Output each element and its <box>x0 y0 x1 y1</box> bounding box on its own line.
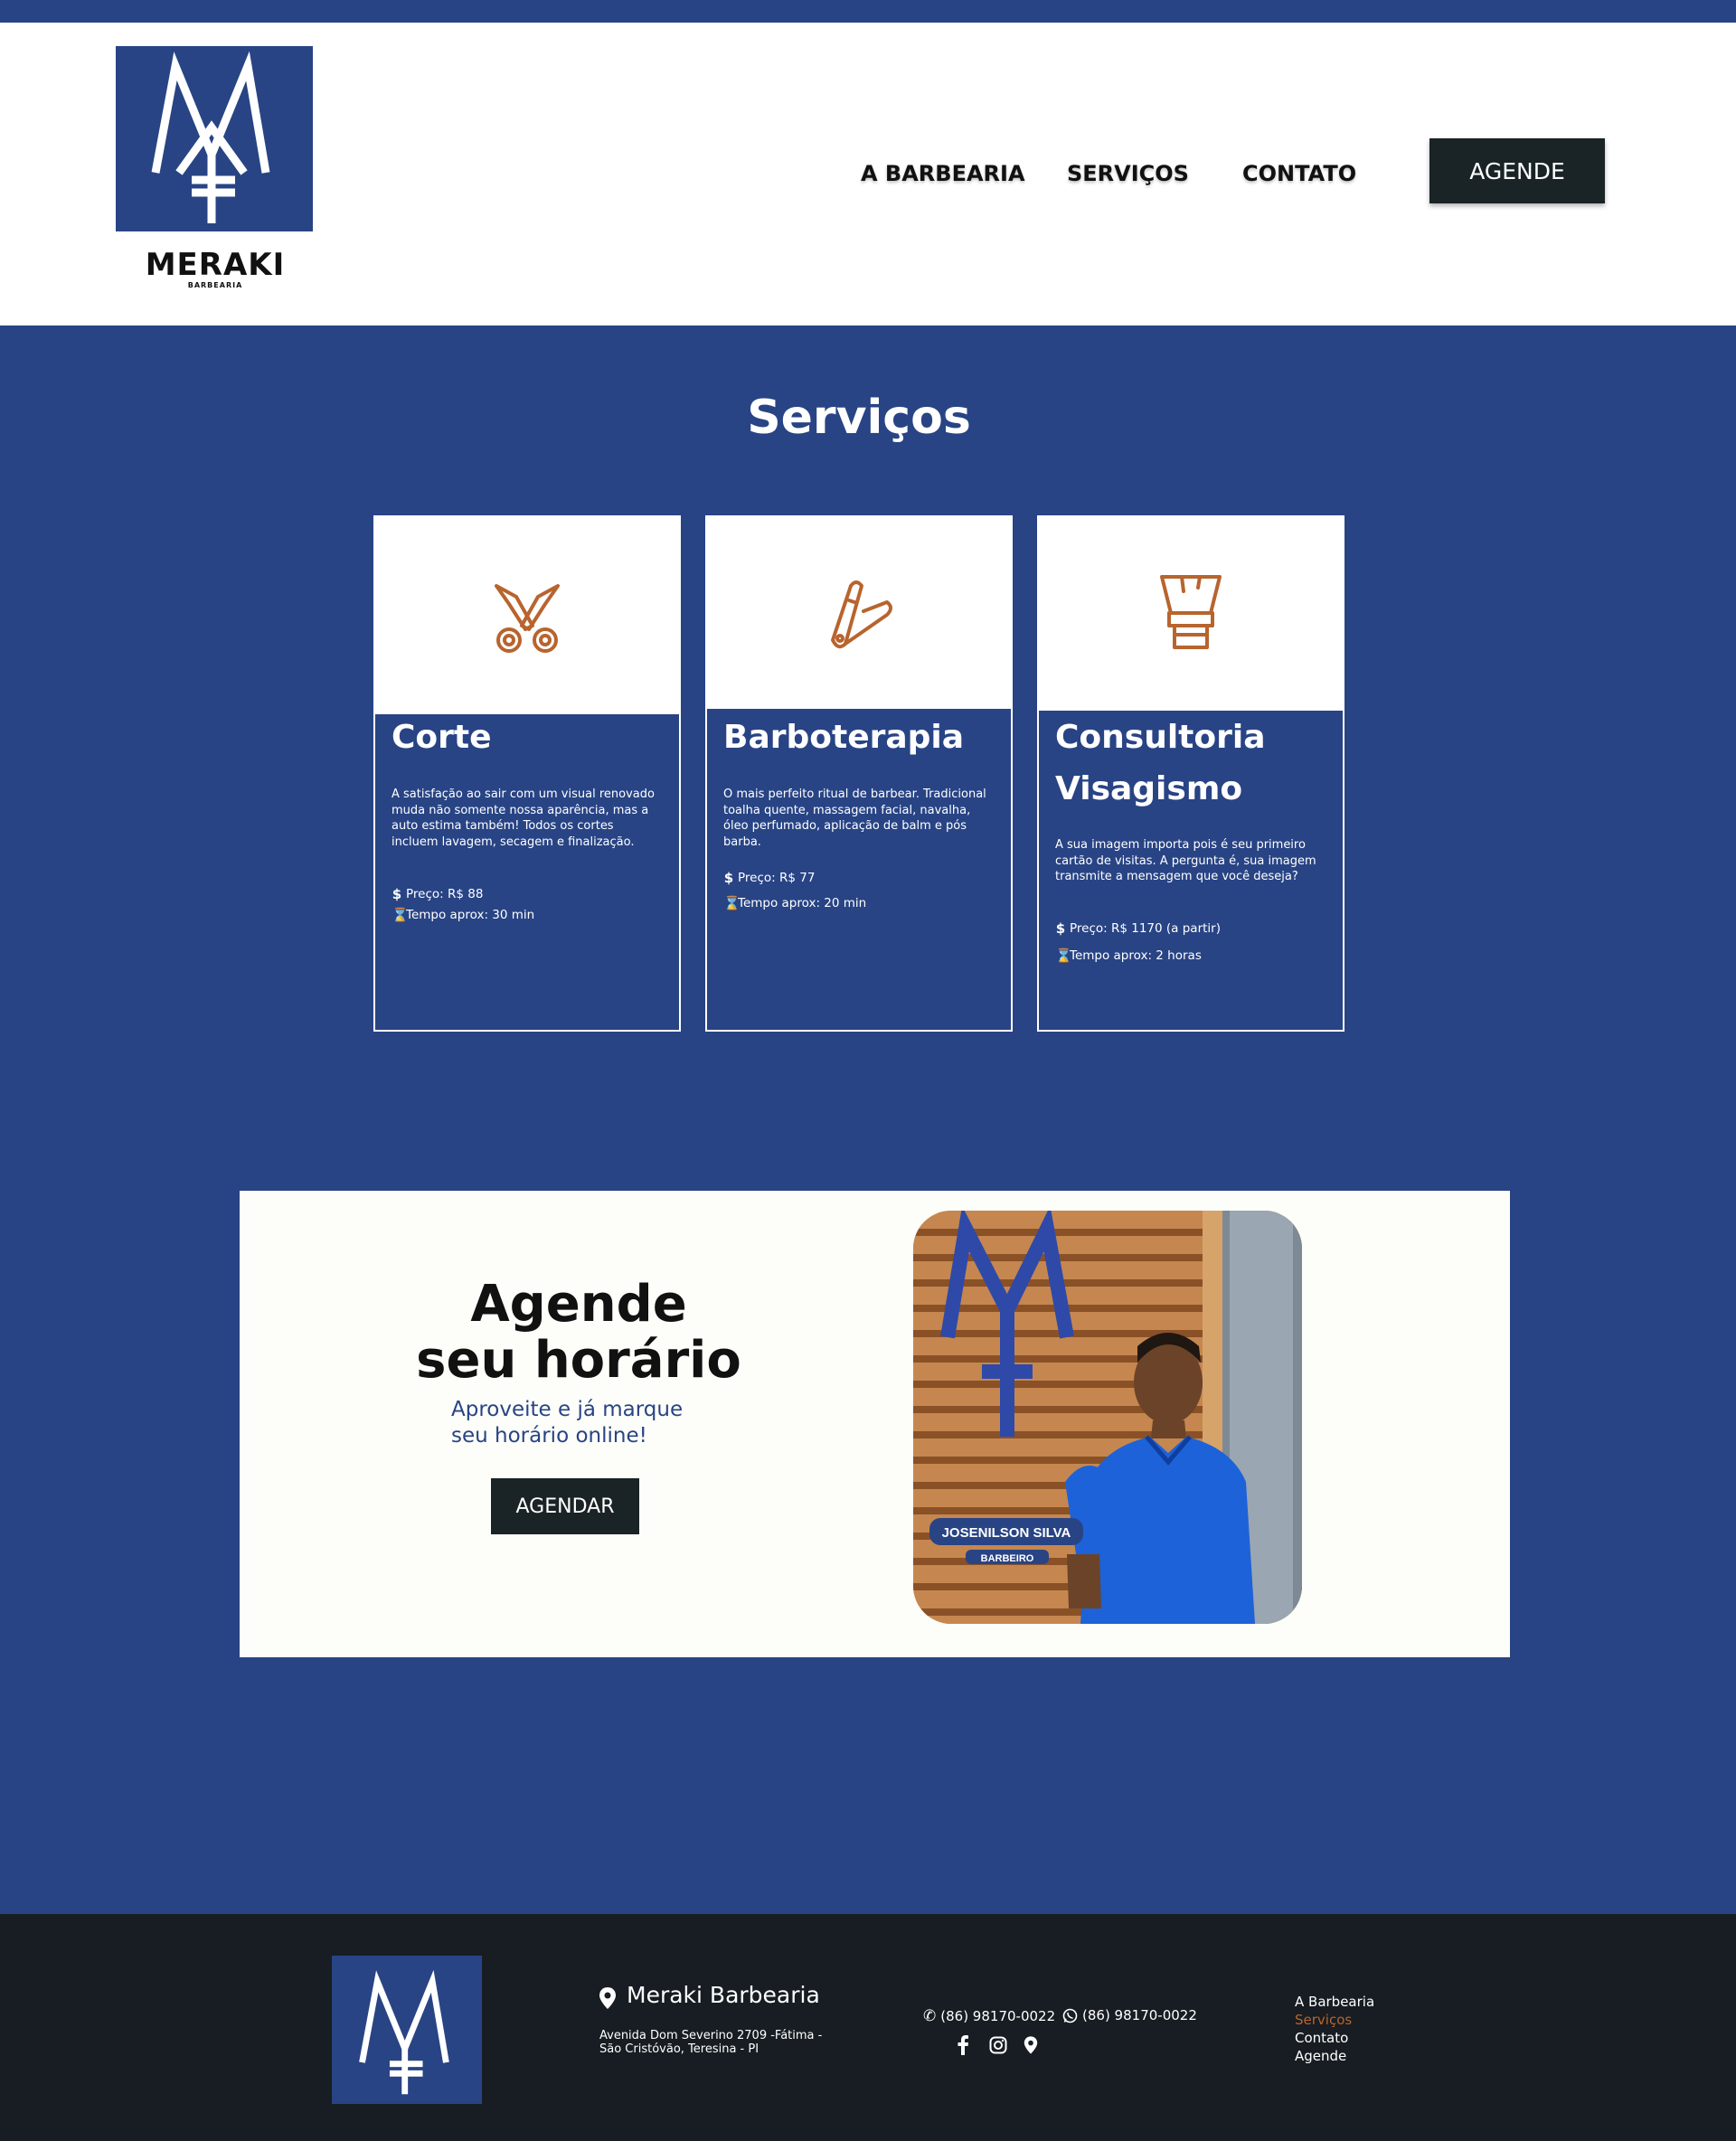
dollar-icon: $ <box>723 870 734 886</box>
card-image-area <box>1039 517 1343 711</box>
card-time: ⌛ Tempo aprox: 30 min <box>392 907 534 923</box>
booking-promo: Agende seu horário Aproveite e já marque… <box>240 1191 1510 1657</box>
footer-link-a-barbearia[interactable]: A Barbearia <box>1295 1994 1374 2010</box>
card-description: A sua imagem importa pois é seu primeiro… <box>1055 838 1316 883</box>
barber-role-label: BARBEIRO <box>981 1553 1034 1564</box>
barber-photo: JOSENILSON SILVA BARBEIRO <box>913 1211 1302 1624</box>
footer-business-name: Meraki Barbearia <box>627 1982 820 2008</box>
card-title: Corte <box>392 719 492 756</box>
card-title-line1: Consultoria <box>1055 719 1266 756</box>
scissors-icon <box>495 584 560 653</box>
nav-servicos[interactable]: SERVIÇOS <box>1067 161 1189 186</box>
promo-title-line1: Agende <box>470 1275 687 1334</box>
footer-phone[interactable]: ✆ (86) 98170-0022 <box>923 2007 1055 2025</box>
card-image-area <box>707 517 1011 709</box>
footer-whatsapp[interactable]: (86) 98170-0022 <box>1062 2007 1197 2023</box>
card-price: $ Preço: R$ 77 <box>723 870 816 886</box>
card-price-text: Preço: R$ 1170 (a partir) <box>1070 921 1221 936</box>
whatsapp-icon <box>1062 2008 1078 2023</box>
brand-name: MERAKI <box>145 247 286 283</box>
card-title-line2: Visagismo <box>1055 770 1243 807</box>
footer-logo[interactable] <box>332 1956 482 2104</box>
agendar-button[interactable]: AGENDAR <box>491 1478 639 1534</box>
footer-phone-text: (86) 98170-0022 <box>940 2008 1056 2024</box>
brand-logo[interactable] <box>116 46 313 231</box>
meraki-monogram-icon <box>151 51 270 223</box>
agende-button[interactable]: AGENDE <box>1429 138 1605 203</box>
promo-title-line2: seu horário <box>416 1331 741 1390</box>
nav-a-barbearia[interactable]: A BARBEARIA <box>861 161 1025 186</box>
service-card-visagismo: Consultoria Visagismo A sua imagem impor… <box>1037 515 1344 1032</box>
dollar-icon: $ <box>1055 920 1066 937</box>
phone-icon: ✆ <box>923 2007 937 2025</box>
promo-title: Agende seu horário <box>393 1277 764 1389</box>
brush-icon <box>1160 575 1222 649</box>
promo-subtitle: Aproveite e já marque seu horário online… <box>451 1397 722 1449</box>
card-time-text: Tempo aprox: 30 min <box>406 908 535 922</box>
card-price: $ Preço: R$ 1170 (a partir) <box>1055 920 1221 937</box>
card-time: ⌛ Tempo aprox: 2 horas <box>1055 948 1202 964</box>
card-price-text: Preço: R$ 77 <box>738 871 816 885</box>
footer-link-agende[interactable]: Agende <box>1295 2048 1346 2064</box>
nav-contato[interactable]: CONTATO <box>1242 161 1356 186</box>
facebook-icon[interactable] <box>957 2035 969 2055</box>
barber-photo-image: JOSENILSON SILVA BARBEIRO <box>913 1211 1302 1624</box>
footer-address-line2: São Cristóvão, Teresina - PI <box>599 2042 760 2056</box>
footer-address: Avenida Dom Severino 2709 -Fátima - São … <box>599 2029 862 2056</box>
service-card-barboterapia: Barboterapia O mais perfeito ritual de b… <box>705 515 1013 1032</box>
instagram-icon[interactable] <box>989 2036 1007 2054</box>
card-price-text: Preço: R$ 88 <box>406 887 484 901</box>
hourglass-icon: ⌛ <box>723 895 741 911</box>
map-pin-icon[interactable] <box>1024 2035 1038 2055</box>
hourglass-icon: ⌛ <box>1055 948 1072 964</box>
footer-link-contato[interactable]: Contato <box>1295 2030 1348 2046</box>
footer-address-line1: Avenida Dom Severino 2709 -Fátima - <box>599 2029 823 2042</box>
footer-whatsapp-text: (86) 98170-0022 <box>1082 2007 1197 2023</box>
top-strip <box>0 0 1736 23</box>
promo-sub-line2: seu horário online! <box>451 1424 647 1448</box>
barber-name-label: JOSENILSON SILVA <box>942 1525 1071 1541</box>
promo-sub-line1: Aproveite e já marque <box>451 1398 684 1421</box>
dollar-icon: $ <box>392 886 402 902</box>
site-footer: Meraki Barbearia Avenida Dom Severino 27… <box>0 1914 1736 2141</box>
brand-tagline: BARBEARIA <box>187 281 243 289</box>
card-time: ⌛ Tempo aprox: 20 min <box>723 895 866 911</box>
site-header: MERAKI BARBEARIA A BARBEARIA SERVIÇOS CO… <box>0 23 1736 325</box>
razor-icon <box>831 580 892 649</box>
footer-link-servicos[interactable]: Serviços <box>1295 2012 1352 2028</box>
service-card-corte: Corte A satisfação ao sair com um visual… <box>373 515 681 1032</box>
location-pin-icon <box>599 1987 616 2009</box>
card-title: Barboterapia <box>723 719 965 756</box>
card-time-text: Tempo aprox: 20 min <box>738 896 867 910</box>
card-time-text: Tempo aprox: 2 horas <box>1070 948 1202 963</box>
card-description: A satisfação ao sair com um visual renov… <box>392 788 655 849</box>
card-image-area <box>375 517 679 714</box>
card-description: O mais perfeito ritual de barbear. Tradi… <box>723 788 986 849</box>
card-price: $ Preço: R$ 88 <box>392 886 484 902</box>
hourglass-icon: ⌛ <box>392 907 409 923</box>
meraki-monogram-icon <box>359 1969 449 2095</box>
services-title: Serviços <box>747 391 971 445</box>
